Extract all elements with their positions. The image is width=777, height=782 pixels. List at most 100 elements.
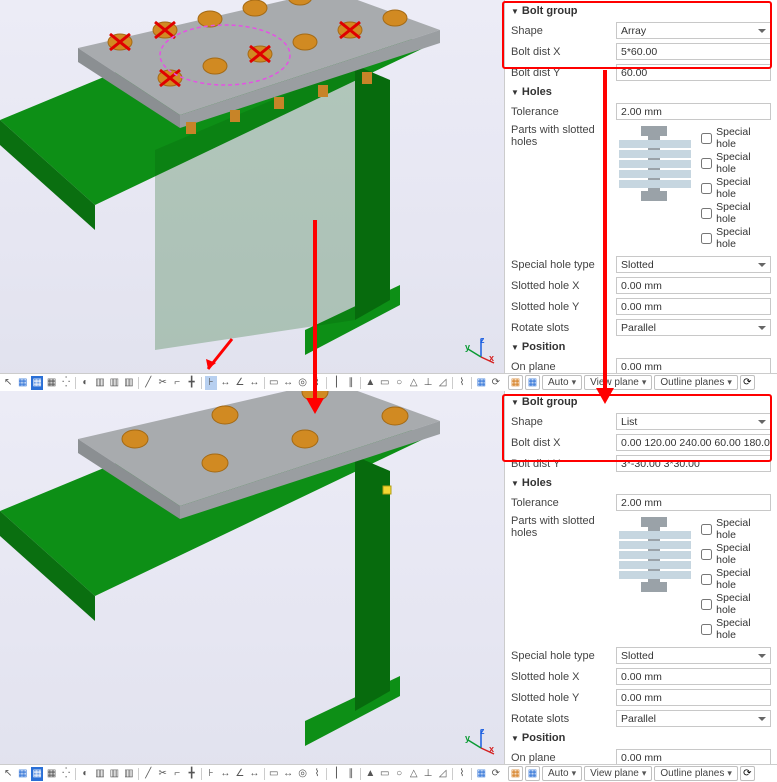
corner-icon[interactable]: ⌐ bbox=[171, 767, 183, 781]
outline-planes-dropdown[interactable]: Outline planes bbox=[654, 375, 737, 390]
auto-dropdown[interactable]: Auto bbox=[542, 766, 582, 781]
wire-icon[interactable]: ▭ bbox=[379, 376, 391, 390]
helix-icon[interactable]: ⌇ bbox=[311, 767, 323, 781]
plane-tool-icon[interactable]: ⊦ bbox=[205, 767, 217, 781]
slotted-hole-y-input[interactable]: 0.00 mm bbox=[616, 298, 771, 315]
viewport-bottom[interactable]: zyx bbox=[0, 391, 504, 782]
viewport-top[interactable]: zyx bbox=[0, 0, 504, 391]
auto-dropdown[interactable]: Auto bbox=[542, 375, 582, 390]
orange-icon[interactable]: ▦ bbox=[508, 375, 523, 390]
dim-icon[interactable]: ↔ bbox=[219, 376, 231, 390]
refresh-icon[interactable]: ⟳ bbox=[490, 767, 502, 781]
perp-icon[interactable]: ⊥ bbox=[422, 376, 434, 390]
angle-icon[interactable]: ∠ bbox=[234, 767, 246, 781]
line-icon[interactable]: ╱ bbox=[142, 767, 154, 781]
perp-icon[interactable]: ⊥ bbox=[422, 767, 434, 781]
double-icon[interactable]: ∥ bbox=[345, 376, 357, 390]
tool-1-icon[interactable]: ◐ bbox=[79, 376, 91, 390]
blue-icon[interactable]: ▦ bbox=[525, 766, 540, 781]
dna-icon[interactable]: ⌇ bbox=[456, 376, 468, 390]
cross-icon[interactable]: ╋ bbox=[185, 376, 197, 390]
tool-4-icon[interactable]: ▥ bbox=[123, 376, 135, 390]
width-icon[interactable]: ↔ bbox=[282, 767, 294, 781]
tool-3-icon[interactable]: ▥ bbox=[108, 767, 120, 781]
blue-icon[interactable]: ▦ bbox=[525, 375, 540, 390]
line-icon[interactable]: ╱ bbox=[142, 376, 154, 390]
dim-icon[interactable]: ↔ bbox=[219, 767, 231, 781]
window-icon[interactable]: ▦ bbox=[31, 376, 43, 390]
special-hole-5[interactable]: Special hole bbox=[701, 617, 769, 641]
window-icon[interactable]: ▦ bbox=[31, 767, 43, 781]
special-hole-type-dropdown[interactable]: Slotted bbox=[616, 647, 771, 664]
tool-2-icon[interactable]: ▥ bbox=[94, 767, 106, 781]
special-hole-5[interactable]: Special hole bbox=[701, 226, 769, 250]
section-holes[interactable]: Holes bbox=[509, 83, 773, 101]
snap-icon[interactable]: ⁛ bbox=[60, 376, 72, 390]
coords-icon[interactable]: ▦ bbox=[475, 767, 487, 781]
target-icon[interactable]: ◎ bbox=[296, 767, 308, 781]
tri-icon[interactable]: △ bbox=[407, 376, 419, 390]
tool-4-icon[interactable]: ▥ bbox=[123, 767, 135, 781]
special-hole-1[interactable]: Special hole bbox=[701, 126, 769, 150]
section-position[interactable]: Position bbox=[509, 338, 773, 356]
cut-icon[interactable]: ✂ bbox=[156, 376, 168, 390]
section-bolt-group[interactable]: Bolt group bbox=[509, 2, 773, 20]
special-hole-1[interactable]: Special hole bbox=[701, 517, 769, 541]
slotted-hole-x-input[interactable]: 0.00 mm bbox=[616, 668, 771, 685]
snap-icon[interactable]: ⁛ bbox=[60, 767, 72, 781]
special-hole-3[interactable]: Special hole bbox=[701, 567, 769, 591]
cross-icon[interactable]: ╋ bbox=[185, 767, 197, 781]
tolerance-input[interactable]: 2.00 mm bbox=[616, 494, 771, 511]
section-bolt-group[interactable]: Bolt group bbox=[509, 393, 773, 411]
tolerance-input[interactable]: 2.00 mm bbox=[616, 103, 771, 120]
rect-icon[interactable]: ▭ bbox=[267, 376, 279, 390]
special-hole-3[interactable]: Special hole bbox=[701, 176, 769, 200]
tool-3-icon[interactable]: ▥ bbox=[108, 376, 120, 390]
section-position[interactable]: Position bbox=[509, 729, 773, 747]
select-mode-icon[interactable]: ▦ bbox=[16, 376, 28, 390]
double-icon[interactable]: ∥ bbox=[345, 767, 357, 781]
helix-icon[interactable]: ⌇ bbox=[311, 376, 323, 390]
circle-icon[interactable]: ○ bbox=[393, 767, 405, 781]
slotted-hole-x-input[interactable]: 0.00 mm bbox=[616, 277, 771, 294]
refresh-mini-icon[interactable]: ⟳ bbox=[740, 766, 755, 781]
circle-icon[interactable]: ○ bbox=[393, 376, 405, 390]
rotate-slots-dropdown[interactable]: Parallel bbox=[616, 319, 771, 336]
dna-icon[interactable]: ⌇ bbox=[456, 767, 468, 781]
refresh-icon[interactable]: ⟳ bbox=[490, 376, 502, 390]
bolt-dist-y-input[interactable]: 60.00 bbox=[616, 64, 771, 81]
highlighted-tool-icon[interactable]: ⊦ bbox=[205, 376, 217, 390]
tri-icon[interactable]: △ bbox=[407, 767, 419, 781]
section-holes[interactable]: Holes bbox=[509, 474, 773, 492]
orange-icon[interactable]: ▦ bbox=[508, 766, 523, 781]
wire-icon[interactable]: ▭ bbox=[379, 767, 391, 781]
solid-icon[interactable]: ▲ bbox=[364, 767, 376, 781]
special-hole-type-dropdown[interactable]: Slotted bbox=[616, 256, 771, 273]
grid-icon[interactable]: ▦ bbox=[45, 376, 57, 390]
tool-2-icon[interactable]: ▥ bbox=[94, 376, 106, 390]
tool-1-icon[interactable]: ◐ bbox=[79, 767, 91, 781]
refresh-mini-icon[interactable]: ⟳ bbox=[740, 375, 755, 390]
select-mode-icon[interactable]: ▦ bbox=[16, 767, 28, 781]
special-hole-4[interactable]: Special hole bbox=[701, 592, 769, 616]
rotate-slots-dropdown[interactable]: Parallel bbox=[616, 710, 771, 727]
outline-planes-dropdown[interactable]: Outline planes bbox=[654, 766, 737, 781]
measure-icon[interactable]: ↔ bbox=[248, 376, 260, 390]
special-hole-4[interactable]: Special hole bbox=[701, 201, 769, 225]
width-icon[interactable]: ↔ bbox=[282, 376, 294, 390]
view-plane-dropdown[interactable]: View plane bbox=[584, 375, 652, 390]
shape-dropdown[interactable]: Array bbox=[616, 22, 771, 39]
solid-icon[interactable]: ▲ bbox=[364, 376, 376, 390]
measure-icon[interactable]: ↔ bbox=[248, 767, 260, 781]
cursor-icon[interactable]: ↖ bbox=[2, 767, 14, 781]
single-icon[interactable]: ⎮ bbox=[330, 767, 342, 781]
special-hole-2[interactable]: Special hole bbox=[701, 151, 769, 175]
diag-icon[interactable]: ◿ bbox=[436, 376, 448, 390]
diag-icon[interactable]: ◿ bbox=[436, 767, 448, 781]
bolt-dist-y-input[interactable]: 3*-30.00 3*30.00 bbox=[616, 455, 771, 472]
bolt-dist-x-input[interactable]: 5*60.00 bbox=[616, 43, 771, 60]
single-icon[interactable]: ⎮ bbox=[330, 376, 342, 390]
corner-icon[interactable]: ⌐ bbox=[171, 376, 183, 390]
slotted-hole-y-input[interactable]: 0.00 mm bbox=[616, 689, 771, 706]
coords-icon[interactable]: ▦ bbox=[475, 376, 487, 390]
